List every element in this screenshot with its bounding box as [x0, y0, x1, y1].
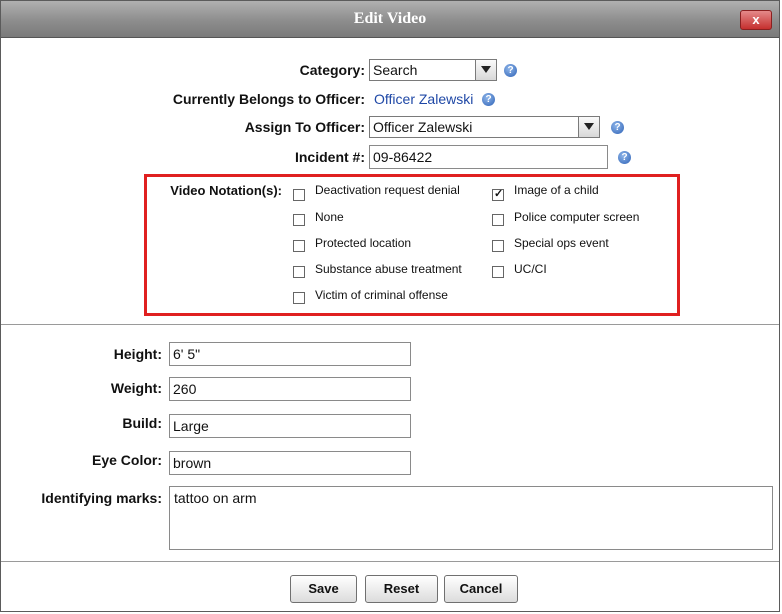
notation-label: Protected location — [315, 236, 412, 250]
dialog-titlebar: Edit Video x — [1, 1, 779, 38]
notation-checkbox-protected-location[interactable] — [293, 240, 305, 252]
weight-input[interactable]: 260 — [169, 377, 411, 401]
notation-label: Image of a child — [514, 183, 599, 197]
category-value: Search — [373, 62, 418, 78]
notation-label: Special ops event — [514, 236, 609, 250]
help-question-icon[interactable]: ? — [618, 151, 631, 164]
close-button[interactable]: x — [740, 10, 772, 30]
notation-label: Police computer screen — [514, 210, 640, 224]
checkmark-icon: ✓ — [494, 188, 504, 200]
build-label: Build: — [122, 415, 162, 431]
chevron-down-icon — [475, 60, 496, 80]
category-select[interactable]: Search — [369, 59, 497, 81]
identifying-marks-textarea[interactable]: tattoo on arm — [169, 486, 773, 550]
identifying-marks-label: Identifying marks: — [41, 490, 162, 506]
current-officer-link[interactable]: Officer Zalewski — [374, 91, 473, 107]
assign-officer-select[interactable]: Officer Zalewski — [369, 116, 600, 138]
height-input[interactable]: 6' 5" — [169, 342, 411, 366]
currently-belongs-label: Currently Belongs to Officer: — [172, 91, 365, 107]
incident-label: Incident #: — [294, 149, 365, 165]
chevron-down-icon — [578, 117, 599, 137]
notation-label: None — [315, 210, 344, 224]
help-question-icon[interactable]: ? — [482, 93, 495, 106]
category-label: Category: — [299, 62, 365, 78]
notation-label: Substance abuse treatment — [315, 262, 462, 276]
cancel-button[interactable]: Cancel — [444, 575, 518, 603]
notation-checkbox-victim[interactable] — [293, 292, 305, 304]
notation-checkbox-special-ops[interactable] — [492, 240, 504, 252]
build-input[interactable]: Large — [169, 414, 411, 438]
help-question-icon[interactable]: ? — [611, 121, 624, 134]
notation-checkbox-substance-abuse[interactable] — [293, 266, 305, 278]
notation-checkbox-uc-ci[interactable] — [492, 266, 504, 278]
notation-checkbox-deactivation[interactable] — [293, 189, 305, 201]
edit-video-dialog: Edit Video x Category: Search ? Currentl… — [0, 0, 780, 612]
save-button[interactable]: Save — [290, 575, 357, 603]
incident-input[interactable]: 09-86422 — [369, 145, 608, 169]
notation-label: Victim of criminal offense — [315, 288, 448, 302]
dialog-title: Edit Video — [353, 10, 427, 27]
close-icon: x — [752, 12, 760, 27]
assign-officer-value: Officer Zalewski — [373, 119, 473, 135]
reset-button[interactable]: Reset — [365, 575, 438, 603]
notation-label: UC/CI — [514, 262, 547, 276]
height-label: Height: — [113, 346, 162, 362]
eye-color-label: Eye Color: — [91, 452, 162, 468]
notation-checkbox-none[interactable] — [293, 214, 305, 226]
weight-label: Weight: — [110, 380, 162, 396]
assign-officer-label: Assign To Officer: — [244, 119, 365, 135]
notation-checkbox-police-computer[interactable] — [492, 214, 504, 226]
notation-checkbox-image-of-child[interactable]: ✓ — [492, 188, 504, 201]
section-divider — [1, 324, 779, 325]
notation-label: Deactivation request denial — [315, 183, 460, 197]
footer-divider — [1, 561, 779, 562]
help-question-icon[interactable]: ? — [504, 64, 517, 77]
eye-color-input[interactable]: brown — [169, 451, 411, 475]
video-notations-label: Video Notation(s): — [170, 183, 282, 198]
